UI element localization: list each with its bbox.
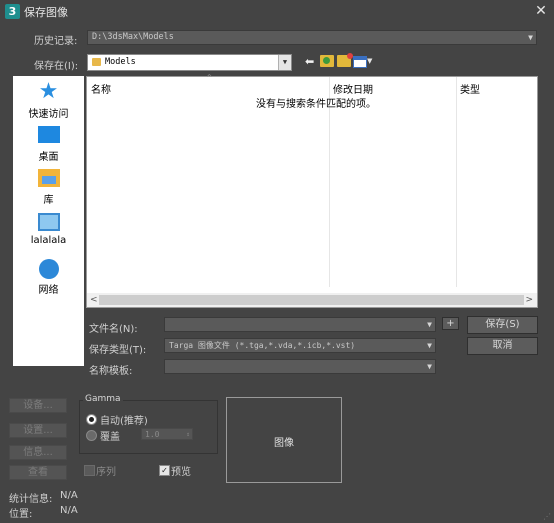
up-folder-icon[interactable] — [320, 55, 334, 67]
save-in-value: Models — [105, 57, 136, 67]
gamma-group — [79, 400, 218, 454]
preview-checkbox[interactable]: ✓ — [159, 465, 170, 476]
chevron-down-icon: ▼ — [528, 33, 533, 42]
gamma-title: Gamma — [83, 394, 123, 404]
network-icon — [38, 259, 59, 279]
preview-box-label: 图像 — [274, 438, 294, 449]
history-value: D:\3dsMax\Models — [92, 32, 174, 42]
save-in-dropdown[interactable]: Models ▼ — [87, 54, 292, 71]
scrollbar-thumb[interactable] — [99, 295, 524, 305]
place-label: 网络 — [38, 285, 59, 296]
computer-icon — [37, 213, 60, 231]
chevron-down-icon: ▼ — [278, 55, 291, 70]
gamma-override-radio[interactable] — [86, 430, 97, 441]
new-folder-icon[interactable] — [337, 53, 353, 67]
title-bar — [0, 0, 554, 23]
window-title: 保存图像 — [24, 6, 68, 19]
place-computer[interactable]: lalalala — [13, 213, 84, 246]
empty-message: 没有与搜索条件匹配的项。 — [256, 99, 376, 110]
history-label: 历史记录: — [34, 36, 78, 47]
place-label: 快速访问 — [28, 109, 69, 120]
place-label: lalalala — [30, 235, 67, 246]
filename-input[interactable]: ▼ — [164, 317, 436, 332]
scroll-right-icon[interactable]: > — [525, 293, 533, 307]
preview-label: 预览 — [171, 467, 191, 478]
devices-button[interactable]: 设备... — [9, 398, 67, 413]
chevron-down-icon: ▼ — [427, 362, 432, 371]
view-menu-icon[interactable] — [353, 56, 367, 68]
sort-arrow-icon: ^ — [206, 73, 213, 82]
save-button[interactable]: 保存(S) — [467, 316, 538, 334]
close-icon[interactable]: ✕ — [531, 2, 551, 21]
location-value: N/A — [60, 505, 78, 516]
chevron-down-icon: ▼ — [427, 320, 432, 329]
desktop-icon — [37, 126, 60, 143]
history-dropdown[interactable]: D:\3dsMax\Models ▼ — [87, 30, 537, 45]
column-divider — [456, 77, 457, 287]
view-button[interactable]: 查看 — [9, 465, 67, 480]
spinner-arrows-icon[interactable]: ⇕ — [186, 429, 190, 441]
stats-label: 统计信息: — [9, 494, 53, 505]
gamma-override-value: 1.0 — [145, 430, 160, 439]
library-icon — [37, 169, 60, 187]
place-quick-access[interactable]: ★ 快速访问 — [13, 79, 84, 121]
filename-label: 文件名(N): — [89, 324, 138, 335]
stats-value: N/A — [60, 490, 78, 501]
save-type-label: 保存类型(T): — [89, 345, 147, 356]
back-arrow-icon[interactable]: ⬅ — [305, 56, 316, 67]
place-network[interactable]: 网络 — [13, 259, 84, 296]
resize-grip-icon[interactable]: ⋰ — [543, 512, 551, 521]
place-library[interactable]: 库 — [13, 169, 84, 206]
horizontal-scrollbar[interactable]: < > — [87, 293, 537, 307]
chevron-down-icon[interactable]: ▼ — [367, 57, 372, 65]
place-label: 库 — [43, 195, 54, 206]
cancel-button[interactable]: 取消 — [467, 337, 538, 355]
gamma-auto-radio[interactable] — [86, 414, 97, 425]
save-type-value: Targa 图像文件 (*.tga,*.vda,*.icb,*.vst) — [169, 341, 356, 350]
sequence-label: 序列 — [96, 467, 116, 478]
column-type[interactable]: 类型 — [460, 81, 480, 96]
location-label: 位置: — [9, 509, 33, 520]
save-type-dropdown[interactable]: Targa 图像文件 (*.tga,*.vda,*.icb,*.vst) ▼ — [164, 338, 436, 353]
places-bar: ★ 快速访问 桌面 库 lalalala 网络 — [13, 76, 84, 366]
sequence-checkbox[interactable] — [84, 465, 95, 476]
gamma-override-label: 覆盖 — [100, 432, 120, 443]
column-name[interactable]: 名称 — [91, 81, 111, 96]
info-button[interactable]: 信息... — [9, 445, 67, 460]
file-list[interactable]: ^ 名称 修改日期 类型 没有与搜索条件匹配的项。 < > — [86, 73, 538, 308]
place-label: 桌面 — [38, 152, 59, 163]
folder-icon — [92, 58, 101, 66]
save-in-label: 保存在(I): — [34, 61, 79, 72]
chevron-down-icon: ▼ — [427, 341, 432, 350]
place-desktop[interactable]: 桌面 — [13, 126, 84, 163]
name-template-label: 名称模板: — [89, 366, 133, 377]
setup-button[interactable]: 设置... — [9, 423, 67, 438]
image-preview: 图像 — [226, 397, 342, 483]
gamma-override-spinner[interactable]: 1.0 ⇕ — [141, 428, 193, 440]
app-icon: 3 — [5, 4, 20, 19]
gamma-auto-label: 自动(推荐) — [100, 416, 148, 427]
name-template-dropdown[interactable]: ▼ — [164, 359, 436, 374]
add-button[interactable]: + — [442, 317, 459, 330]
star-icon: ★ — [38, 79, 59, 104]
column-date[interactable]: 修改日期 — [333, 81, 373, 96]
scroll-left-icon[interactable]: < — [90, 293, 98, 307]
